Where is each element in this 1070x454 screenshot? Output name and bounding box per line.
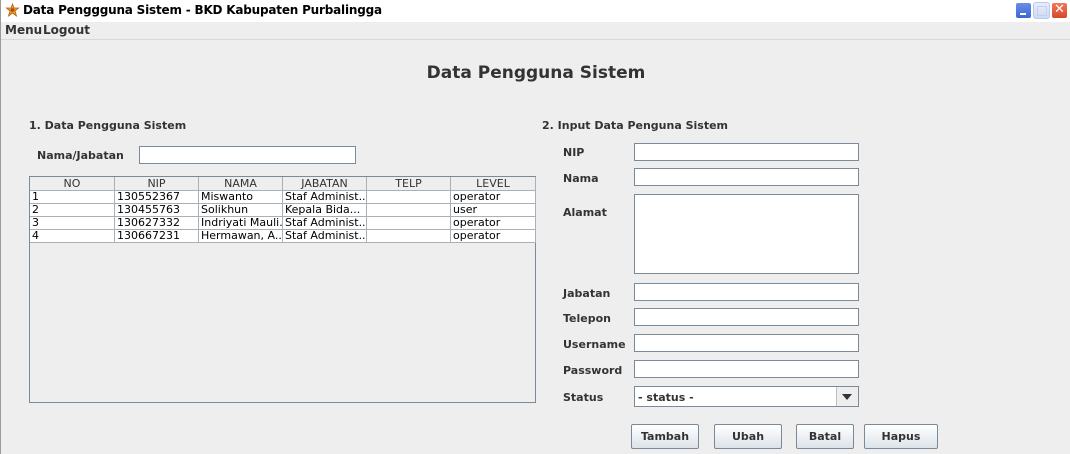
table-row[interactable]: 4 130667231 Hermawan, A... Staf Administ… <box>30 230 536 243</box>
telepon-label: Telepon <box>563 312 611 325</box>
minimize-button[interactable] <box>1015 2 1032 19</box>
table-row[interactable]: 1 130552367 Miswanto Staf Administ... op… <box>30 191 536 204</box>
ubah-button[interactable]: Ubah <box>714 424 782 449</box>
status-combobox[interactable]: - status - <box>634 386 859 407</box>
cell-level: operator <box>451 191 536 204</box>
cell-nama: Indriyati Mauli... <box>199 217 283 230</box>
jabatan-field[interactable] <box>634 283 859 301</box>
menu-item-menu[interactable]: Menu <box>5 23 42 37</box>
password-label: Password <box>563 364 623 377</box>
window-title: Data Penggguna Sistem - BKD Kabupaten Pu… <box>23 3 382 17</box>
cell-jabatan: Staf Administ... <box>283 191 367 204</box>
cell-level: operator <box>451 217 536 230</box>
cell-telp <box>367 230 451 243</box>
status-label: Status <box>563 391 604 404</box>
cell-telp <box>367 204 451 217</box>
table-row[interactable]: 3 130627332 Indriyati Mauli... Staf Admi… <box>30 217 536 230</box>
page-title: Data Pengguna Sistem <box>426 63 646 83</box>
cell-no: 2 <box>30 204 115 217</box>
cell-nama: Miswanto <box>199 191 283 204</box>
application-window: Data Penggguna Sistem - BKD Kabupaten Pu… <box>0 0 1070 454</box>
maximize-button[interactable] <box>1033 2 1050 19</box>
column-header-nama[interactable]: NAMA <box>199 177 283 191</box>
batal-button[interactable]: Batal <box>796 424 854 449</box>
column-header-jabatan[interactable]: JABATAN <box>283 177 367 191</box>
cell-nip: 130455763 <box>115 204 199 217</box>
cell-nama: Hermawan, A... <box>199 230 283 243</box>
title-bar[interactable]: Data Penggguna Sistem - BKD Kabupaten Pu… <box>1 0 1070 23</box>
cell-telp <box>367 217 451 230</box>
cell-nip: 130667231 <box>115 230 199 243</box>
cell-nip: 130552367 <box>115 191 199 204</box>
table-row[interactable]: 2 130455763 Solikhun Kepala Bida... user <box>30 204 536 217</box>
close-button[interactable]: ✕ <box>1051 2 1068 19</box>
alamat-textarea[interactable] <box>634 194 859 274</box>
nama-field[interactable] <box>634 168 859 186</box>
cell-jabatan: Staf Administ... <box>283 217 367 230</box>
cell-jabatan: Staf Administ... <box>283 230 367 243</box>
cell-no: 3 <box>30 217 115 230</box>
cell-no: 4 <box>30 230 115 243</box>
telepon-field[interactable] <box>634 308 859 326</box>
username-label: Username <box>563 338 626 351</box>
tambah-button[interactable]: Tambah <box>631 424 699 449</box>
hapus-button[interactable]: Hapus <box>864 424 938 449</box>
column-header-nip[interactable]: NIP <box>115 177 199 191</box>
cell-level: user <box>451 204 536 217</box>
cell-nama: Solikhun <box>199 204 283 217</box>
menu-item-logout[interactable]: Logout <box>43 23 90 37</box>
column-header-telp[interactable]: TELP <box>367 177 451 191</box>
nama-label: Nama <box>563 172 599 185</box>
jabatan-label: Jabatan <box>563 287 611 300</box>
alamat-label: Alamat <box>563 206 607 219</box>
cell-level: operator <box>451 230 536 243</box>
status-selected-value: - status - <box>638 391 694 404</box>
search-input[interactable] <box>139 146 356 164</box>
java-app-icon <box>5 2 20 18</box>
nip-field[interactable] <box>634 143 859 161</box>
search-label: Nama/Jabatan <box>37 149 124 162</box>
cell-nip: 130627332 <box>115 217 199 230</box>
users-table: NO NIP NAMA JABATAN TELP LEVEL 1 1305523… <box>29 176 536 403</box>
menu-bar: Menu Logout <box>1 22 1070 40</box>
section-label-input-data: 2. Input Data Penguna Sistem <box>542 119 729 132</box>
column-header-no[interactable]: NO <box>30 177 115 191</box>
section-label-data-pengguna: 1. Data Pengguna Sistem <box>29 119 187 132</box>
cell-jabatan: Kepala Bida... <box>283 204 367 217</box>
table-header: NO NIP NAMA JABATAN TELP LEVEL <box>30 177 536 191</box>
cell-telp <box>367 191 451 204</box>
nip-label: NIP <box>563 146 585 159</box>
chevron-down-icon[interactable] <box>836 387 858 406</box>
username-field[interactable] <box>634 334 859 352</box>
password-field[interactable] <box>634 360 859 378</box>
cell-no: 1 <box>30 191 115 204</box>
column-header-level[interactable]: LEVEL <box>451 177 536 191</box>
